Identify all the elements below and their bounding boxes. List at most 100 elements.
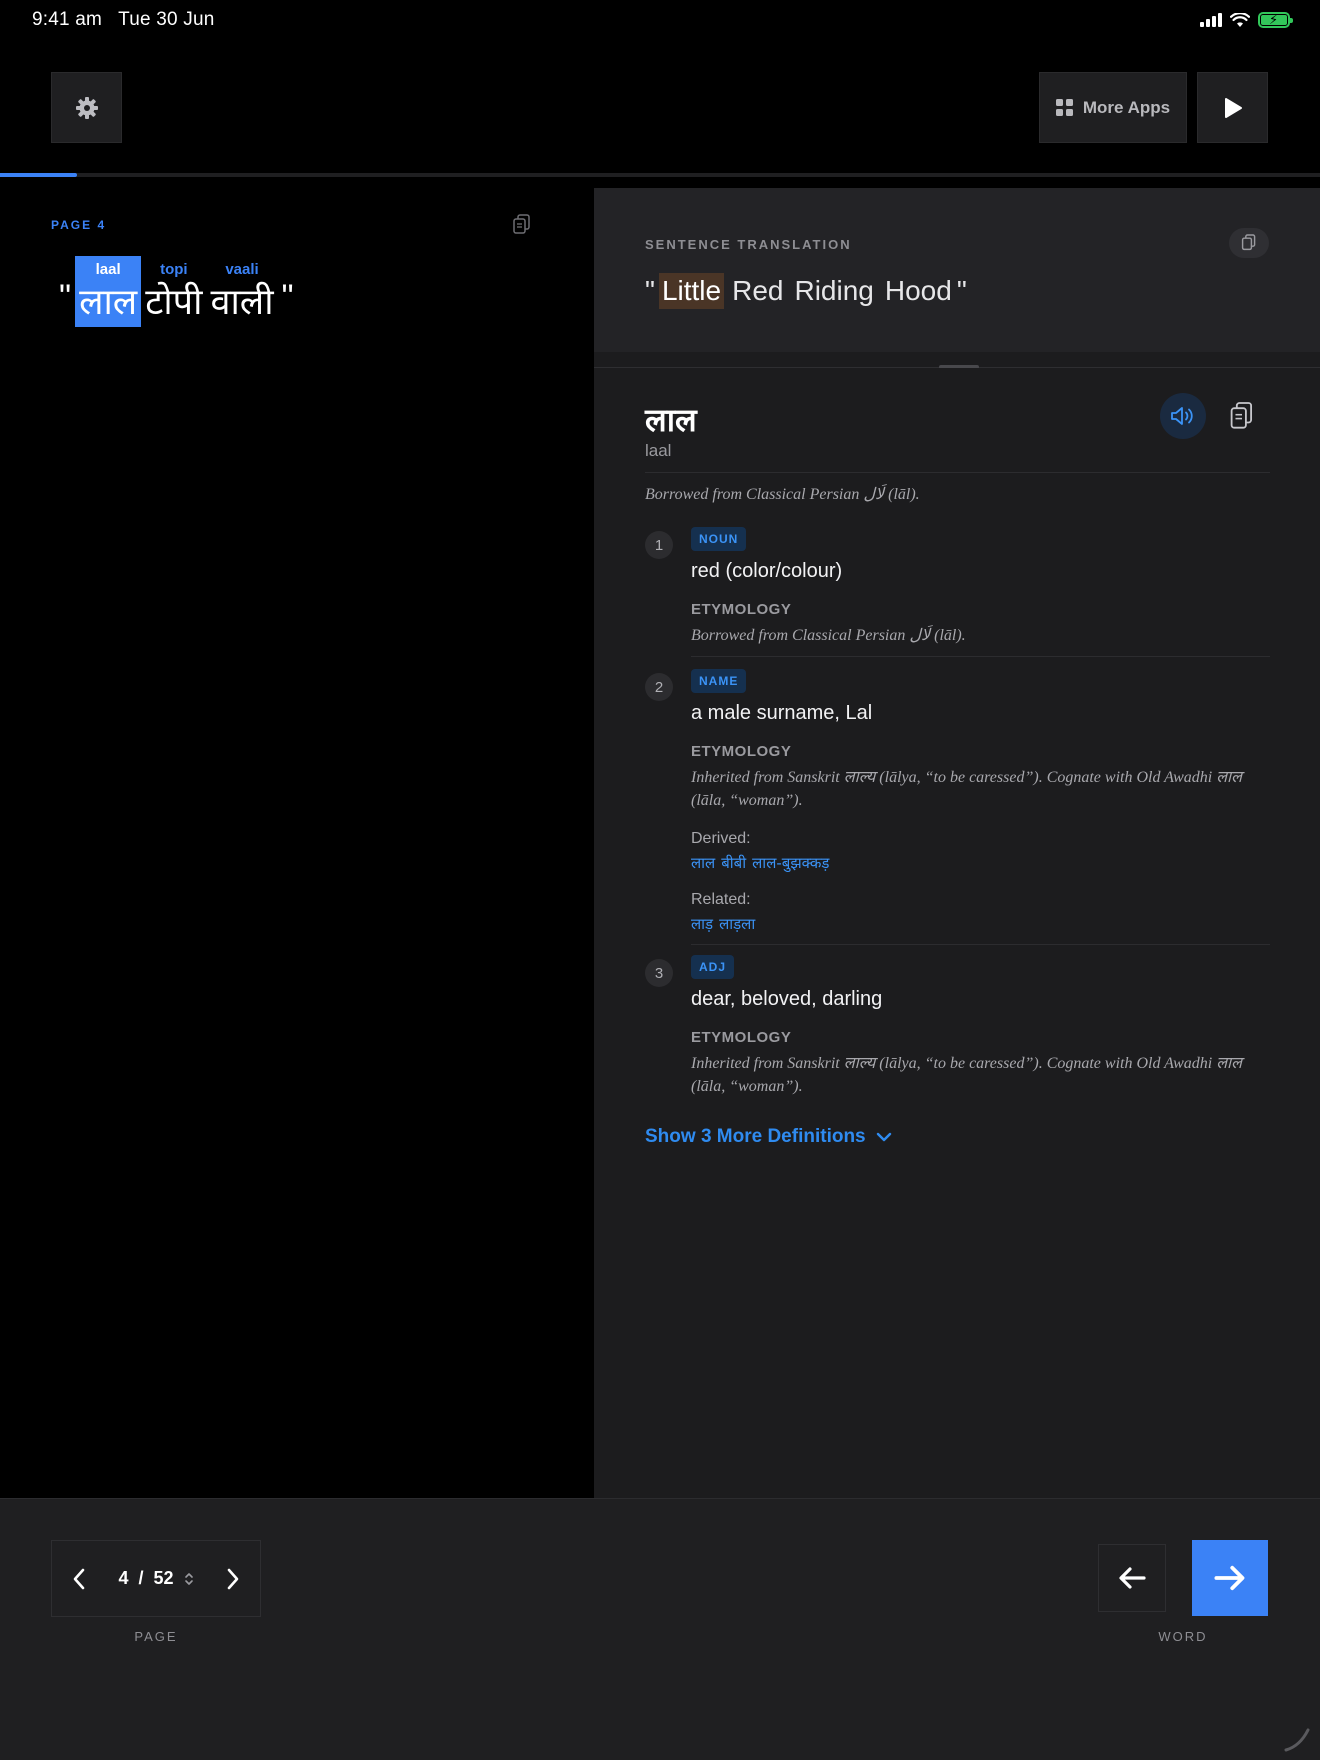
arrow-right-icon <box>1214 1565 1245 1591</box>
chevron-left-icon[interactable] <box>72 1568 86 1590</box>
derived-link[interactable]: बीबी <box>721 854 746 872</box>
page-navigator: 4 / 52 <box>51 1540 261 1617</box>
chevron-down-icon <box>876 1132 891 1142</box>
page-caption: PAGE <box>134 1629 178 1644</box>
dictionary-panel: लाल laal Borrowed from Classical Persian… <box>594 368 1320 1498</box>
copy-translation-button[interactable] <box>1229 228 1269 258</box>
word-hindi: लाल <box>79 282 138 323</box>
headword: लाल <box>645 401 697 439</box>
copy-icon <box>1230 402 1253 429</box>
divider <box>645 472 1270 473</box>
wifi-icon <box>1230 12 1250 27</box>
definition-number: 2 <box>645 673 673 701</box>
definition-body: ADJ dear, beloved, darling ETYMOLOGY Inh… <box>691 955 1270 1098</box>
reading-progress-bar <box>0 173 1320 177</box>
previous-word-button[interactable] <box>1098 1544 1166 1612</box>
related-link[interactable]: लाड़ला <box>719 915 755 933</box>
related-label: Related: <box>691 891 751 908</box>
more-apps-button[interactable]: More Apps <box>1039 72 1187 143</box>
definition-body: NAME a male surname, Lal ETYMOLOGY Inher… <box>691 669 1270 934</box>
more-apps-label: More Apps <box>1082 97 1171 117</box>
translation-label: SENTENCE TRANSLATION <box>645 237 852 252</box>
copy-sentence-button[interactable] <box>512 214 532 241</box>
total-pages: 52 <box>153 1568 174 1588</box>
status-bar: 9:41 am Tue 30 Jun ⚡ <box>0 0 1320 42</box>
status-icons: ⚡ <box>1200 12 1293 28</box>
etymology-label: ETYMOLOGY <box>691 743 792 760</box>
pos-badge: NAME <box>691 669 747 693</box>
status-clock: 9:41 am <box>32 9 103 30</box>
next-word-button[interactable] <box>1192 1540 1268 1616</box>
show-more-label: Show 3 More Definitions <box>645 1126 866 1147</box>
derived-label: Derived: <box>691 830 751 847</box>
cellular-signal-icon <box>1200 13 1222 27</box>
source-word[interactable]: vaali वाली <box>206 256 277 327</box>
source-panel: PAGE 4 " laal लाल topi टोपी vaali वाली " <box>0 188 593 1498</box>
scribble-handle-icon <box>1284 1728 1310 1752</box>
derived-link[interactable]: लाल <box>691 854 715 872</box>
pos-badge: NOUN <box>691 527 747 551</box>
source-word[interactable]: topi टोपी <box>141 256 206 327</box>
status-time: 9:41 am Tue 30 Jun <box>32 9 215 31</box>
word-hindi: वाली <box>210 282 274 323</box>
page-selector[interactable]: 4 / 52 <box>118 1568 193 1589</box>
translation-word[interactable]: Riding <box>791 273 876 309</box>
divider <box>691 656 1270 657</box>
settings-button[interactable] <box>51 72 122 143</box>
close-quote: " <box>956 275 967 306</box>
translation-word[interactable]: Red <box>729 273 786 309</box>
headword-transliteration: laal <box>645 441 672 460</box>
word-caption: WORD <box>1158 1629 1208 1644</box>
word-transliteration: topi <box>160 261 188 278</box>
etymology-text: Borrowed from Classical Persian لَال (lā… <box>691 627 966 644</box>
source-word[interactable]: laal लाल <box>75 256 142 327</box>
pos-badge: ADJ <box>691 955 735 979</box>
word-hindi: टोपी <box>145 282 203 323</box>
word-transliteration: laal <box>95 261 121 278</box>
headword-etymology: Borrowed from Classical Persian لَال (lā… <box>645 486 920 503</box>
derived-links: लाल बीबी लाल-बुझक्कड़ <box>691 853 1270 873</box>
open-quote: " <box>59 278 72 316</box>
speaker-icon <box>1171 407 1193 425</box>
derived-link[interactable]: लाल-बुझक्कड़ <box>752 854 829 872</box>
copy-icon <box>513 214 530 234</box>
pronounce-button[interactable] <box>1160 393 1206 439</box>
show-more-definitions-button[interactable]: Show 3 More Definitions <box>645 1126 892 1148</box>
etymology-label: ETYMOLOGY <box>691 601 792 618</box>
open-quote: " <box>645 275 655 306</box>
current-page: 4 <box>118 1568 129 1588</box>
etymology-text: Inherited from Sanskrit लाल्य (lālya, “t… <box>691 1055 1243 1095</box>
copy-definition-button[interactable] <box>1229 401 1255 436</box>
translation-card: SENTENCE TRANSLATION " Little Red Riding… <box>594 188 1320 352</box>
definition-text: red (color/colour) <box>691 560 843 582</box>
chevron-right-icon[interactable] <box>226 1568 240 1590</box>
page-separator: / <box>138 1568 144 1588</box>
translation-word[interactable]: Hood <box>882 273 955 309</box>
grid-icon <box>1055 99 1073 116</box>
translation-word[interactable]: Little <box>658 273 725 309</box>
sort-icon <box>184 1572 193 1585</box>
reading-progress-fill <box>0 173 77 177</box>
word-transliteration: vaali <box>225 261 259 278</box>
status-date: Tue 30 Jun <box>118 9 215 30</box>
divider <box>691 944 1270 945</box>
source-sentence: " laal लाल topi टोपी vaali वाली " <box>55 256 298 327</box>
close-quote: " <box>281 278 294 316</box>
play-icon <box>1224 97 1242 118</box>
page-label: PAGE 4 <box>51 218 107 232</box>
definition-body: NOUN red (color/colour) ETYMOLOGY Borrow… <box>691 527 1270 647</box>
bottom-navigation-bar: 4 / 52 PAGE WORD <box>0 1498 1320 1760</box>
definition-number: 1 <box>645 531 673 559</box>
definition-text: dear, beloved, darling <box>691 988 883 1010</box>
related-link[interactable]: लाड़ <box>691 915 713 933</box>
play-button[interactable] <box>1197 72 1268 143</box>
copy-icon <box>1241 234 1256 251</box>
gear-icon <box>75 96 98 119</box>
arrow-left-icon <box>1119 1567 1146 1589</box>
definition-number: 3 <box>645 959 673 987</box>
definition-text: a male surname, Lal <box>691 702 873 724</box>
etymology-text: Inherited from Sanskrit लाल्य (lālya, “t… <box>691 769 1243 809</box>
related-links: लाड़ लाड़ला <box>691 914 1270 934</box>
battery-icon: ⚡ <box>1258 12 1293 28</box>
etymology-label: ETYMOLOGY <box>691 1029 792 1046</box>
